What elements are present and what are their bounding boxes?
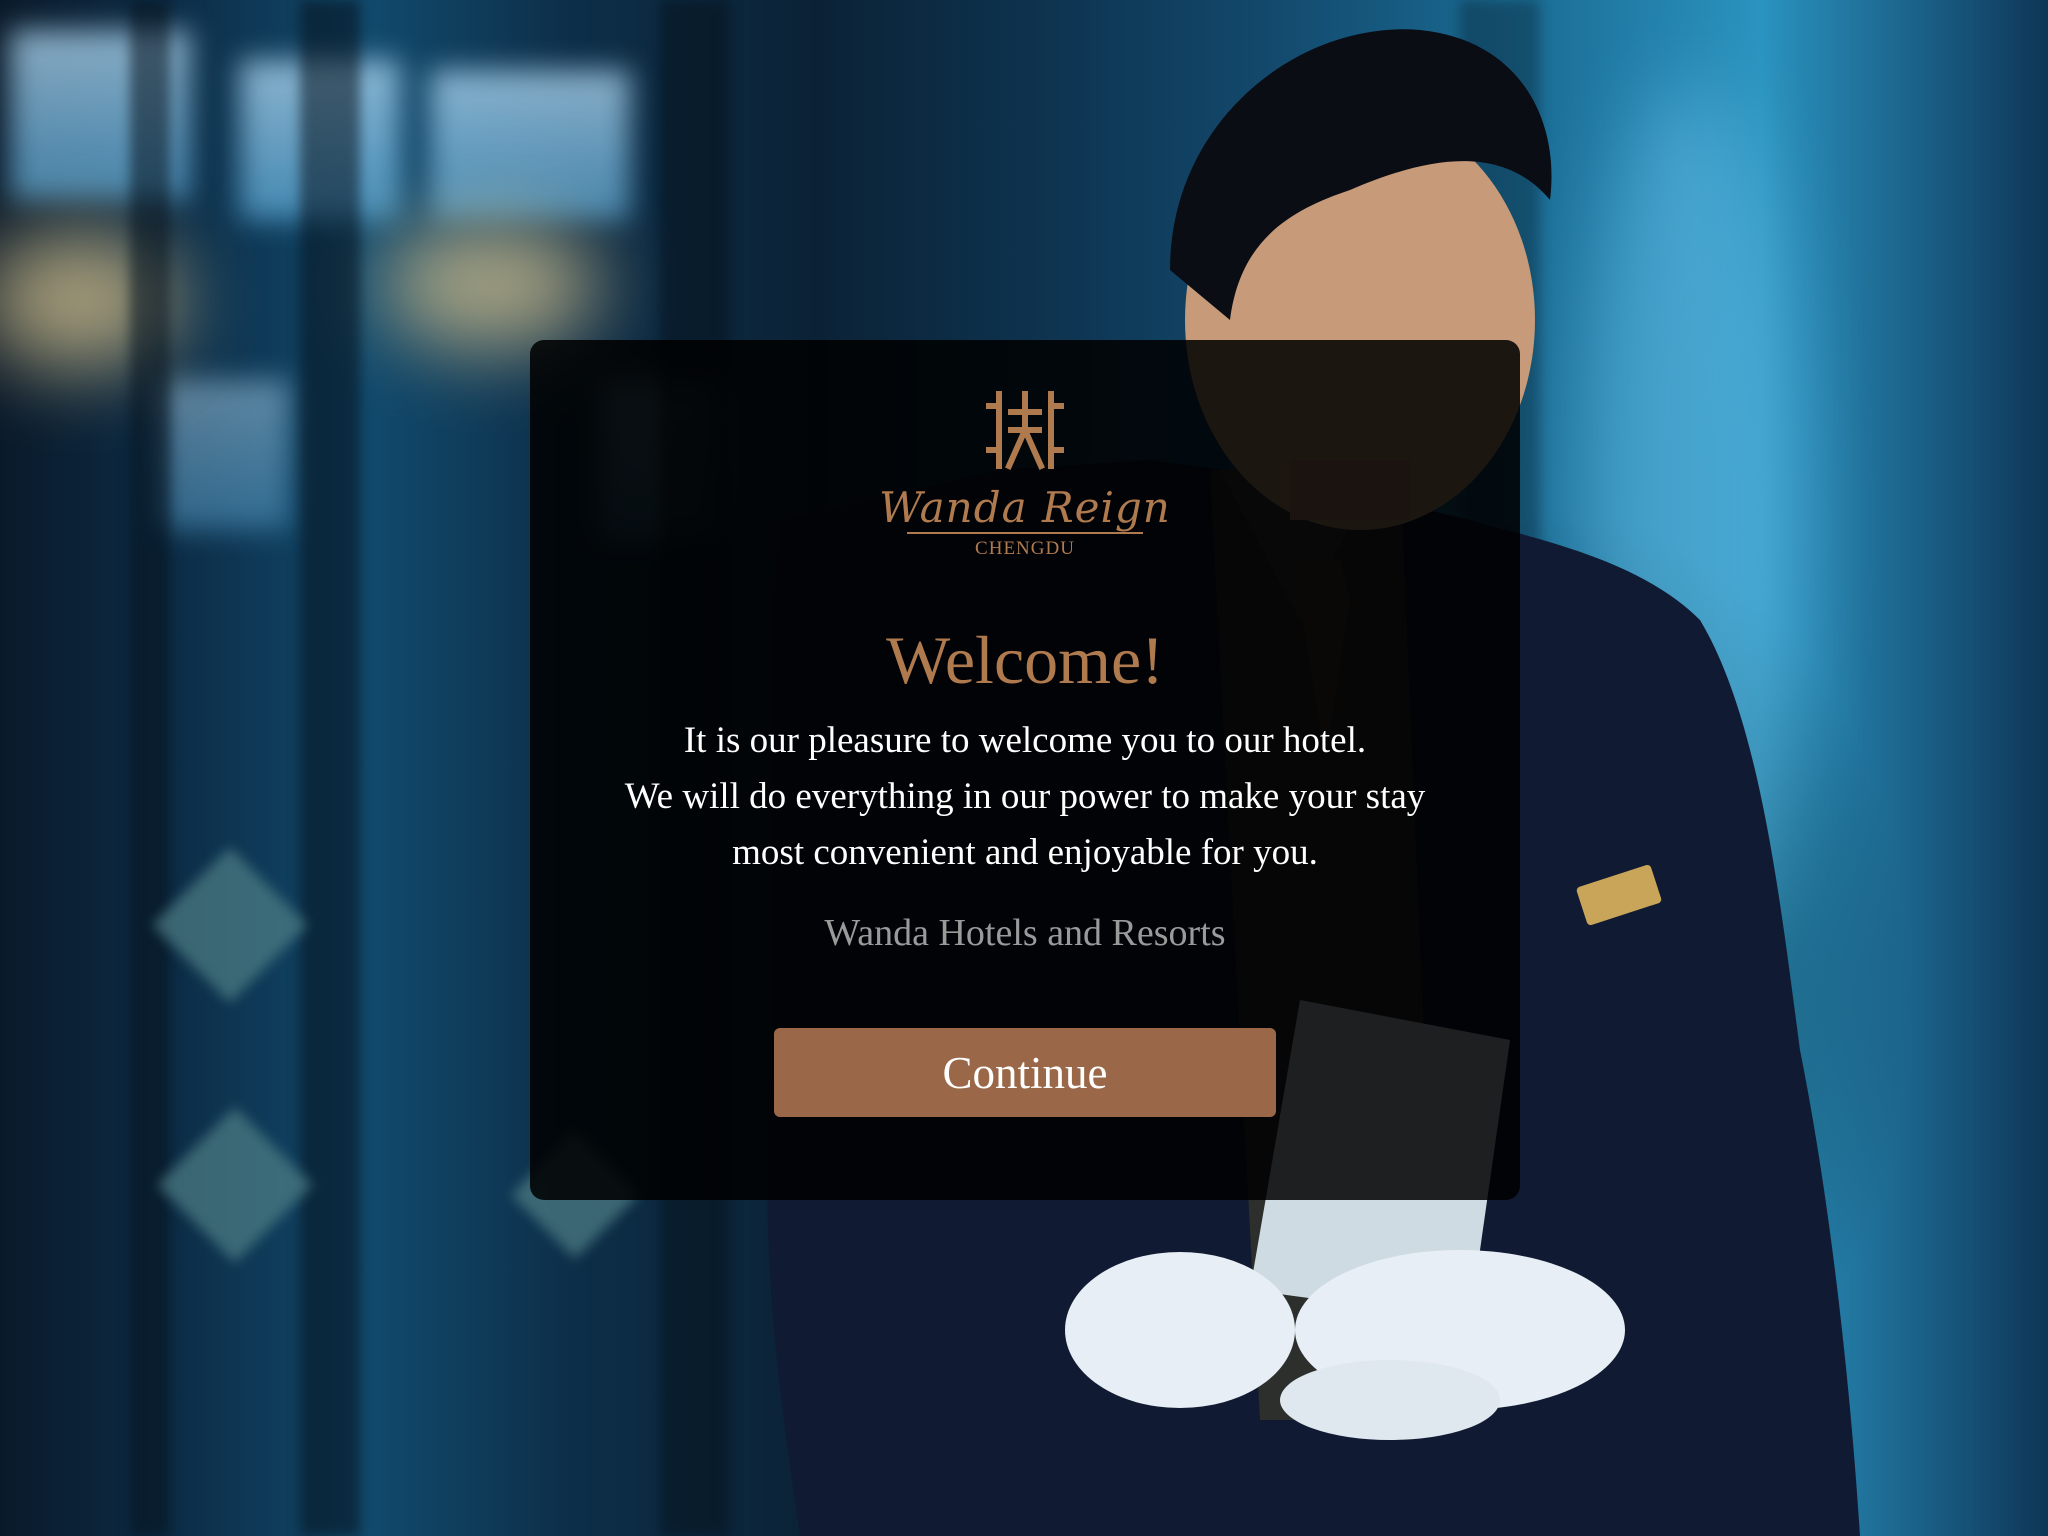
welcome-screen: Wanda Reign CHENGDU Welcome! It is our p… bbox=[0, 0, 2048, 1536]
welcome-message-line: It is our pleasure to welcome you to our… bbox=[683, 720, 1367, 761]
welcome-message: It is our pleasure to welcome you to our… bbox=[570, 713, 1480, 881]
welcome-message-line: We will do everything in our power to ma… bbox=[624, 776, 1426, 817]
welcome-message-line: most convenient and enjoyable for you. bbox=[732, 832, 1318, 873]
brand-logo: Wanda Reign CHENGDU bbox=[530, 390, 1520, 590]
continue-button[interactable]: Continue bbox=[774, 1028, 1276, 1117]
brand-divider bbox=[907, 532, 1143, 534]
brand-name: Wanda Reign bbox=[879, 483, 1171, 532]
signature: Wanda Hotels and Resorts bbox=[824, 912, 1226, 954]
welcome-modal: Wanda Reign CHENGDU Welcome! It is our p… bbox=[530, 340, 1520, 1200]
brand-city: CHENGDU bbox=[975, 538, 1075, 559]
welcome-title: Welcome! bbox=[886, 622, 1164, 698]
wanda-reign-logo-icon bbox=[986, 391, 1064, 470]
